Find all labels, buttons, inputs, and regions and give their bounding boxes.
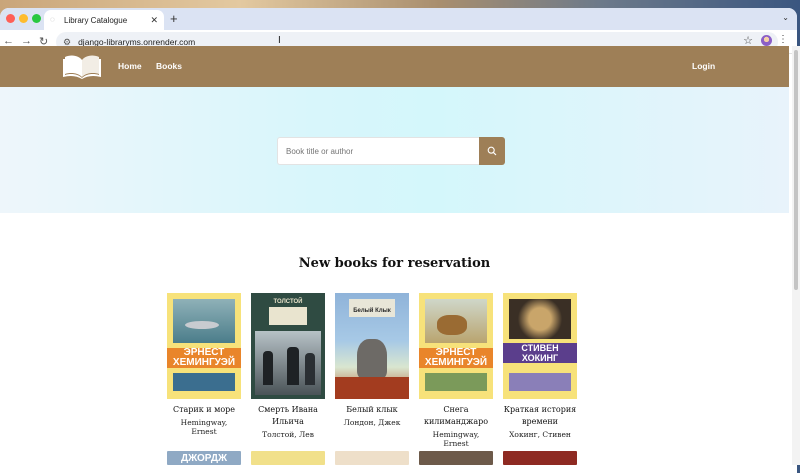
- cover-author-text: СТИВЕН ХОКИНГ: [503, 343, 577, 363]
- site-header: Home Books Login: [0, 46, 789, 87]
- tab-favicon-icon: ◌: [50, 15, 55, 24]
- book-author: Хокинг, Стивен: [509, 430, 571, 439]
- book-cover[interactable]: [503, 451, 577, 465]
- book-card[interactable]: ТОЛСТОЙ Смерть Ивана Ильича Толстой, Лев: [251, 293, 325, 439]
- cover-author-text: ТОЛСТОЙ: [273, 299, 303, 305]
- search-input[interactable]: [277, 137, 479, 165]
- window-controls: [6, 14, 41, 23]
- tab-search-chevron-icon[interactable]: ⌄: [782, 13, 789, 22]
- book-card[interactable]: ЭРНЕСТ ХЕМИНГУЭЙ Старик и море Hemingway…: [167, 293, 241, 436]
- nav-login-link[interactable]: Login: [692, 61, 715, 71]
- nav-books-link[interactable]: Books: [156, 61, 182, 71]
- book-title[interactable]: Старик и море: [167, 404, 241, 416]
- cover-author-text: ЭРНЕСТ ХЕМИНГУЭЙ: [419, 348, 493, 368]
- minimize-window-button[interactable]: [19, 14, 28, 23]
- hero-search-section: [0, 87, 789, 213]
- tab-close-icon[interactable]: ✕: [150, 15, 158, 26]
- browser-tab[interactable]: ◌ Library Catalogue ✕: [44, 10, 164, 30]
- book-cover[interactable]: [419, 451, 493, 465]
- tab-title: Library Catalogue: [64, 15, 128, 25]
- book-cover[interactable]: Белый Клык: [335, 293, 409, 399]
- book-title[interactable]: Краткая история времени: [503, 404, 577, 428]
- tab-strip: ◌ Library Catalogue ✕ + ⌄: [0, 8, 797, 30]
- book-card[interactable]: СТИВЕН ХОКИНГ Краткая история времени Хо…: [503, 293, 577, 439]
- book-card[interactable]: Белый Клык Белый клык Лондон, Джек: [335, 293, 409, 427]
- book-cover[interactable]: СТИВЕН ХОКИНГ: [503, 293, 577, 399]
- book-cover[interactable]: ТОЛСТОЙ: [251, 293, 325, 399]
- book-cover[interactable]: ЭРНЕСТ ХЕМИНГУЭЙ: [167, 293, 241, 399]
- book-cover[interactable]: [335, 451, 409, 465]
- book-card[interactable]: ЭРНЕСТ ХЕМИНГУЭЙ Снега килиманджаро Hemi…: [419, 293, 493, 448]
- page-scrollbar[interactable]: [792, 46, 800, 465]
- book-title[interactable]: Смерть Ивана Ильича: [251, 404, 325, 428]
- new-books-heading: New books for reservation: [298, 256, 491, 271]
- new-tab-icon[interactable]: +: [170, 11, 178, 26]
- close-window-button[interactable]: [6, 14, 15, 23]
- profile-avatar[interactable]: [761, 35, 772, 46]
- scrollbar-thumb[interactable]: [794, 50, 798, 290]
- book-title[interactable]: Снега килиманджаро: [419, 404, 493, 428]
- nav-home-link[interactable]: Home: [118, 61, 142, 71]
- search-icon: [487, 146, 497, 156]
- maximize-window-button[interactable]: [32, 14, 41, 23]
- book-cover[interactable]: ЭРНЕСТ ХЕМИНГУЭЙ: [419, 293, 493, 399]
- open-book-logo-icon[interactable]: [62, 53, 102, 79]
- book-author: Толстой, Лев: [262, 430, 314, 439]
- book-author: Лондон, Джек: [343, 418, 401, 427]
- book-title[interactable]: Белый клык: [335, 404, 409, 416]
- text-cursor-icon: I: [278, 35, 281, 46]
- book-cover[interactable]: ДЖОРДЖ: [167, 451, 241, 465]
- browser-menu-icon[interactable]: ⋮: [778, 34, 788, 45]
- book-cover[interactable]: [251, 451, 325, 465]
- cover-author-text: ДЖОРДЖ: [180, 453, 227, 464]
- search-button[interactable]: [479, 137, 505, 165]
- book-author: Hemingway, Ernest: [432, 430, 480, 448]
- book-author: Hemingway, Ernest: [180, 418, 228, 436]
- cover-title-text: Белый Клык: [353, 308, 391, 314]
- cover-author-text: ЭРНЕСТ ХЕМИНГУЭЙ: [167, 348, 241, 368]
